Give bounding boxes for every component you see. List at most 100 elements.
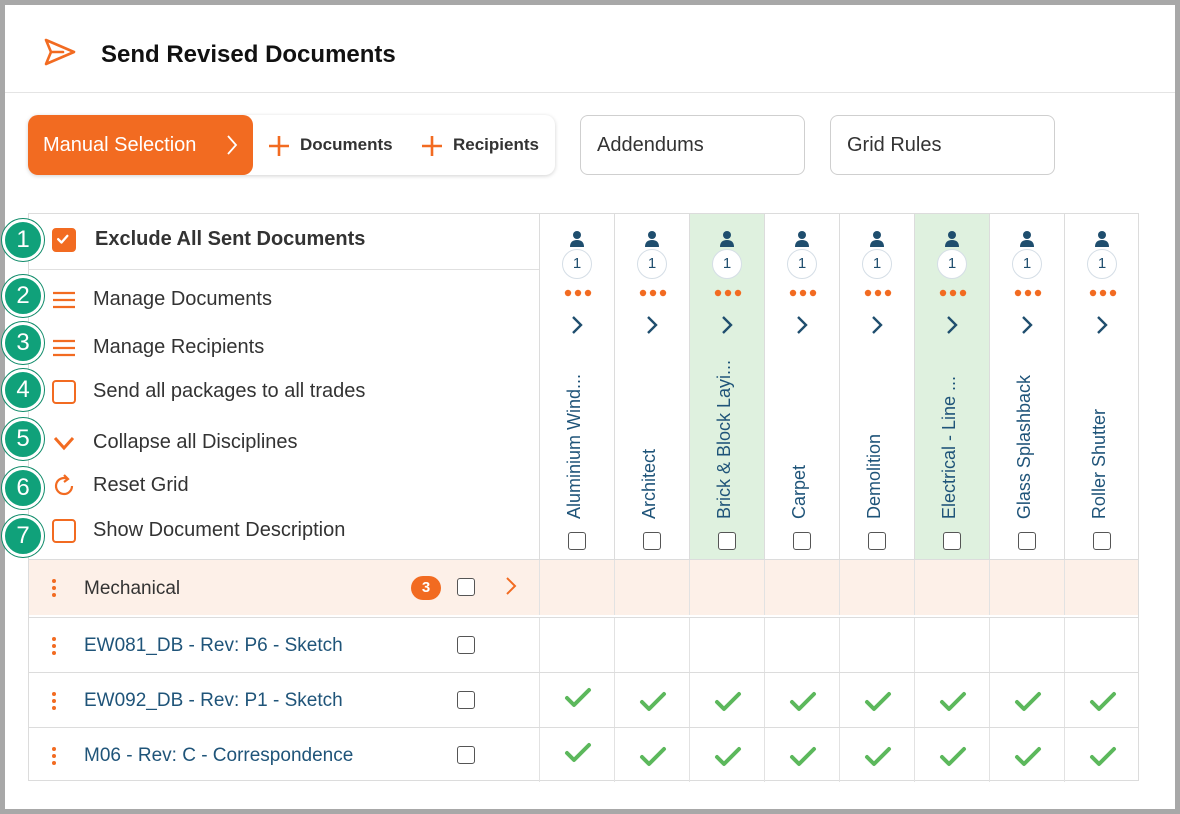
more-icon[interactable] bbox=[789, 288, 817, 298]
grid-cell[interactable] bbox=[764, 560, 839, 615]
chevron-right-icon[interactable] bbox=[1095, 314, 1109, 336]
grid-cell[interactable] bbox=[989, 728, 1064, 782]
document-checkbox[interactable] bbox=[457, 691, 475, 709]
recipient-count[interactable]: 1 bbox=[637, 249, 667, 279]
grid-cell[interactable] bbox=[1064, 673, 1139, 727]
trade-checkbox[interactable] bbox=[868, 532, 886, 550]
document-row[interactable]: M06 - Rev: C - Correspondence bbox=[29, 727, 1138, 782]
document-link[interactable]: EW092_DB - Rev: P1 - Sketch bbox=[84, 690, 343, 712]
grid-cell[interactable] bbox=[914, 673, 989, 727]
trade-checkbox[interactable] bbox=[943, 532, 961, 550]
add-recipients-button[interactable]: Recipients bbox=[420, 115, 539, 175]
document-checkbox[interactable] bbox=[457, 636, 475, 654]
more-icon[interactable] bbox=[864, 288, 892, 298]
document-link[interactable]: M06 - Rev: C - Correspondence bbox=[84, 745, 353, 767]
grid-cell[interactable] bbox=[989, 560, 1064, 615]
trade-checkbox[interactable] bbox=[568, 532, 586, 550]
kebab-icon[interactable] bbox=[51, 636, 57, 656]
grid-cell[interactable] bbox=[764, 618, 839, 672]
collapse-disciplines-option[interactable]: Collapse all Disciplines bbox=[29, 422, 539, 462]
grid-cell[interactable] bbox=[539, 618, 614, 672]
more-icon[interactable] bbox=[564, 288, 592, 298]
grid-cell[interactable] bbox=[689, 673, 764, 727]
grid-cell[interactable] bbox=[839, 728, 914, 782]
grid-cell[interactable] bbox=[1064, 560, 1139, 615]
grid-cell[interactable] bbox=[989, 618, 1064, 672]
document-checkbox[interactable] bbox=[457, 746, 475, 764]
grid-cell[interactable] bbox=[839, 618, 914, 672]
grid-cell[interactable] bbox=[914, 560, 989, 615]
recipient-count[interactable]: 1 bbox=[712, 249, 742, 279]
manual-selection-button[interactable]: Manual Selection bbox=[28, 115, 253, 175]
grid-cell[interactable] bbox=[839, 673, 914, 727]
trade-checkbox[interactable] bbox=[643, 532, 661, 550]
recipient-count[interactable]: 1 bbox=[1087, 249, 1117, 279]
recipient-count[interactable]: 1 bbox=[937, 249, 967, 279]
grid-cell[interactable] bbox=[1064, 618, 1139, 672]
chevron-right-icon[interactable] bbox=[870, 314, 884, 336]
grid-cell[interactable] bbox=[914, 728, 989, 782]
discipline-row[interactable]: Mechanical 3 bbox=[29, 559, 1138, 615]
grid-cell[interactable] bbox=[764, 673, 839, 727]
step-badge-3: 3 bbox=[2, 322, 44, 364]
grid-cell[interactable] bbox=[689, 560, 764, 615]
trade-checkbox[interactable] bbox=[1018, 532, 1036, 550]
chevron-right-icon[interactable] bbox=[1020, 314, 1034, 336]
person-icon bbox=[645, 231, 659, 247]
discipline-checkbox[interactable] bbox=[457, 578, 475, 596]
grid-cell[interactable] bbox=[764, 728, 839, 782]
chevron-right-icon[interactable] bbox=[720, 314, 734, 336]
trade-checkbox[interactable] bbox=[1093, 532, 1111, 550]
manual-selection-label: Manual Selection bbox=[43, 134, 197, 156]
more-icon[interactable] bbox=[1089, 288, 1117, 298]
chevron-right-icon[interactable] bbox=[505, 576, 517, 596]
grid-cell[interactable] bbox=[914, 618, 989, 672]
send-all-checkbox[interactable] bbox=[52, 380, 76, 404]
addendums-button[interactable]: Addendums bbox=[580, 115, 805, 175]
manage-recipients-option[interactable]: Manage Recipients bbox=[29, 327, 539, 367]
recipient-count[interactable]: 1 bbox=[787, 249, 817, 279]
document-row[interactable]: EW081_DB - Rev: P6 - Sketch bbox=[29, 617, 1138, 672]
chevron-right-icon[interactable] bbox=[645, 314, 659, 336]
recipient-count[interactable]: 1 bbox=[862, 249, 892, 279]
chevron-right-icon[interactable] bbox=[795, 314, 809, 336]
grid-cell[interactable] bbox=[614, 618, 689, 672]
show-description-checkbox[interactable] bbox=[52, 519, 76, 543]
chevron-right-icon[interactable] bbox=[945, 314, 959, 336]
grid-cell[interactable] bbox=[614, 560, 689, 615]
add-documents-button[interactable]: Documents bbox=[267, 115, 393, 175]
grid-cell[interactable] bbox=[539, 560, 614, 615]
kebab-icon[interactable] bbox=[51, 746, 57, 766]
show-description-option[interactable]: Show Document Description bbox=[29, 510, 539, 550]
document-row[interactable]: EW092_DB - Rev: P1 - Sketch bbox=[29, 672, 1138, 727]
header: Send Revised Documents bbox=[5, 5, 1175, 93]
recipient-count[interactable]: 1 bbox=[1012, 249, 1042, 279]
grid-rules-button[interactable]: Grid Rules bbox=[830, 115, 1055, 175]
trade-checkbox[interactable] bbox=[718, 532, 736, 550]
trade-checkbox[interactable] bbox=[793, 532, 811, 550]
recipient-count[interactable]: 1 bbox=[562, 249, 592, 279]
more-icon[interactable] bbox=[714, 288, 742, 298]
grid-cell[interactable] bbox=[839, 560, 914, 615]
chevron-right-icon[interactable] bbox=[570, 314, 584, 336]
document-link[interactable]: EW081_DB - Rev: P6 - Sketch bbox=[84, 635, 343, 657]
grid-cell[interactable] bbox=[1064, 728, 1139, 782]
more-icon[interactable] bbox=[939, 288, 967, 298]
grid-cell[interactable] bbox=[989, 673, 1064, 727]
grid-cell[interactable] bbox=[614, 673, 689, 727]
more-icon[interactable] bbox=[639, 288, 667, 298]
grid-cell[interactable] bbox=[539, 728, 614, 782]
grid-cell[interactable] bbox=[539, 673, 614, 727]
more-icon[interactable] bbox=[1014, 288, 1042, 298]
grid-cell[interactable] bbox=[689, 618, 764, 672]
reset-grid-option[interactable]: Reset Grid bbox=[29, 465, 539, 505]
exclude-sent-checkbox[interactable] bbox=[52, 228, 76, 252]
manage-documents-option[interactable]: Manage Documents bbox=[29, 279, 539, 319]
kebab-icon[interactable] bbox=[51, 691, 57, 711]
grid-cell[interactable] bbox=[614, 728, 689, 782]
send-all-option[interactable]: Send all packages to all trades bbox=[29, 371, 539, 411]
kebab-icon[interactable] bbox=[51, 578, 57, 598]
grid-cell[interactable] bbox=[689, 728, 764, 782]
exclude-sent-option[interactable]: Exclude All Sent Documents bbox=[29, 219, 539, 259]
check-icon bbox=[565, 688, 591, 707]
